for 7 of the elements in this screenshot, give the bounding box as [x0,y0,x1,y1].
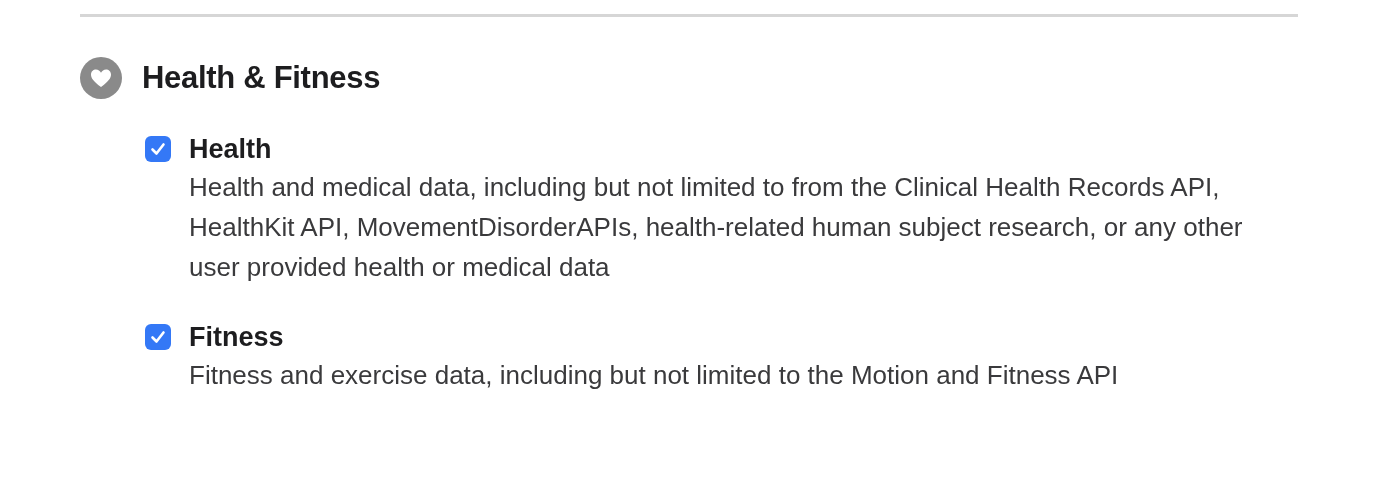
checkbox[interactable] [145,136,171,162]
checkbox-label: Health [189,133,273,165]
checkbox[interactable] [145,324,171,350]
item-description: Health and medical data, including but not limited to from the Clinical Health Records API, HealthKit API, MovementDisorderAPIs, health-related human subject research, or any other user provided health or medical data [189,171,1244,284]
item-description: Fitness and exercise data, including but not limited to the Motion and Fitness API [189,359,1119,392]
section-title: Health & Fitness [142,59,381,97]
checkbox-label: Fitness [189,321,285,353]
